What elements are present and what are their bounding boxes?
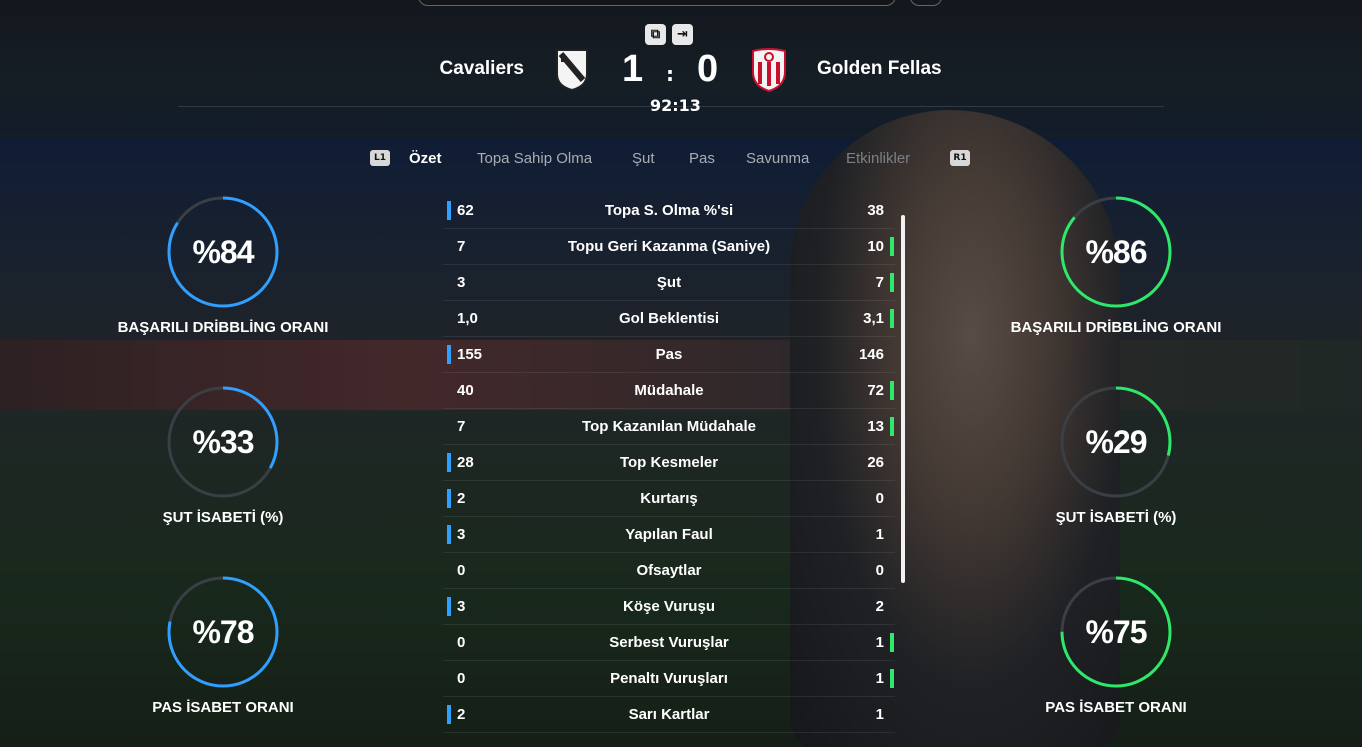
top-search-bar[interactable]: [418, 0, 896, 6]
home-pass-accuracy-label: PAS İSABET ORANI: [152, 699, 294, 716]
exit-icon[interactable]: ⇥: [672, 24, 693, 45]
header-divider: [178, 106, 1164, 107]
table-row: 0 Serbest Vuruşlar 1: [443, 625, 895, 661]
away-shot-accuracy-value: %29: [1085, 424, 1147, 460]
tab-shots[interactable]: Şut: [632, 150, 655, 167]
table-row: 3 Yapılan Faul 1: [443, 517, 895, 553]
table-row: 28 Top Kesmeler 26: [443, 445, 895, 481]
table-row: 2 Sarı Kartlar 1: [443, 697, 895, 733]
tab-defending[interactable]: Savunma: [746, 150, 809, 167]
table-row: 0 Penaltı Vuruşları 1: [443, 661, 895, 697]
tab-summary[interactable]: Özet: [409, 150, 442, 167]
stats-scrollbar[interactable]: [901, 215, 905, 583]
table-row: 40 Müdahale 72: [443, 373, 895, 409]
home-shot-accuracy-value: %33: [192, 424, 254, 460]
away-leader-bar: [890, 273, 894, 292]
home-shot-accuracy-label: ŞUT İSABETİ (%): [162, 509, 284, 526]
away-value: 0: [875, 562, 884, 579]
away-value: 2: [875, 598, 884, 615]
away-value: 0: [875, 490, 884, 507]
away-value: 72: [867, 382, 884, 399]
away-team-name: Golden Fellas: [817, 58, 942, 79]
away-value: 10: [867, 238, 884, 255]
away-value: 38: [867, 202, 884, 219]
stat-name: Kurtarış: [640, 490, 698, 507]
stat-name: Penaltı Vuruşları: [610, 670, 728, 687]
score-separator: :: [666, 62, 674, 86]
home-dribbling-value: %84: [192, 234, 254, 270]
stat-name: Pas: [655, 346, 683, 363]
stat-name: Ofsaytlar: [636, 562, 702, 579]
header-icon-group: ⧉ ⇥: [645, 24, 693, 45]
table-row: 2 Kurtarış 0: [443, 481, 895, 517]
away-value: 1: [875, 670, 884, 687]
table-row: 3 Şut 7: [443, 265, 895, 301]
stat-name: Şut: [656, 274, 682, 291]
tab-possession[interactable]: Topa Sahip Olma: [477, 150, 592, 167]
stat-name: Köşe Vuruşu: [623, 598, 715, 615]
away-value: 26: [867, 454, 884, 471]
away-leader-bar: [890, 669, 894, 688]
l1-button-icon[interactable]: L1: [370, 150, 390, 166]
stat-name: Top Kesmeler: [619, 454, 719, 471]
copy-icon[interactable]: ⧉: [645, 24, 666, 45]
table-row: 7 Topu Geri Kazanma (Saniye) 10: [443, 229, 895, 265]
stat-name: Topa S. Olma %'si: [604, 202, 734, 219]
away-value: 7: [875, 274, 884, 291]
table-row: 3 Köşe Vuruşu 2: [443, 589, 895, 625]
home-dribbling-label: BAŞARILI DRİBBLİNG ORANI: [117, 319, 329, 336]
away-leader-bar: [890, 417, 894, 436]
away-dribbling-label: BAŞARILI DRİBBLİNG ORANI: [1010, 319, 1222, 336]
table-row: 7 Top Kazanılan Müdahale 13: [443, 409, 895, 445]
away-pass-accuracy-label: PAS İSABET ORANI: [1045, 699, 1187, 716]
stat-name: Sarı Kartlar: [628, 706, 710, 723]
r1-button-icon[interactable]: R1: [950, 150, 970, 166]
stat-name: Serbest Vuruşlar: [609, 634, 729, 651]
away-value: 146: [858, 346, 884, 363]
away-value: 1: [875, 634, 884, 651]
away-value: 1: [875, 706, 884, 723]
away-leader-bar: [890, 237, 894, 256]
away-team-crest-icon: [752, 48, 786, 92]
away-leader-bar: [890, 309, 894, 328]
table-row: 1,0 Gol Beklentisi 3,1: [443, 301, 895, 337]
tab-passing[interactable]: Pas: [689, 150, 715, 167]
away-leader-bar: [890, 381, 894, 400]
home-score: 1: [622, 48, 644, 90]
stat-name: Yapılan Faul: [625, 526, 713, 543]
stat-name: Müdahale: [634, 382, 704, 399]
home-pass-accuracy-value: %78: [192, 614, 254, 650]
away-dribbling-value: %86: [1085, 234, 1147, 270]
away-value: 1: [875, 526, 884, 543]
away-pass-accuracy-value: %75: [1085, 614, 1147, 650]
away-score: 0: [697, 48, 719, 90]
away-shot-accuracy-label: ŞUT İSABETİ (%): [1055, 509, 1177, 526]
table-row: 62 Topa S. Olma %'si 38: [443, 193, 895, 229]
home-team-name: Cavaliers: [439, 58, 524, 79]
table-row: 0 Ofsaytlar 0: [443, 553, 895, 589]
stats-table: 62 Topa S. Olma %'si 38 7 Topu Geri Kazanma…: [443, 193, 895, 733]
away-value: 13: [867, 418, 884, 435]
home-team-crest-icon: [556, 49, 588, 92]
away-value: 3,1: [863, 310, 884, 327]
stat-name: Top Kazanılan Müdahale: [582, 418, 756, 435]
stat-name: Gol Beklentisi: [618, 310, 720, 327]
away-leader-bar: [890, 633, 894, 652]
table-row: 155 Pas 146: [443, 337, 895, 373]
stat-name: Topu Geri Kazanma (Saniye): [567, 238, 771, 255]
tab-events[interactable]: Etkinlikler: [846, 150, 910, 167]
